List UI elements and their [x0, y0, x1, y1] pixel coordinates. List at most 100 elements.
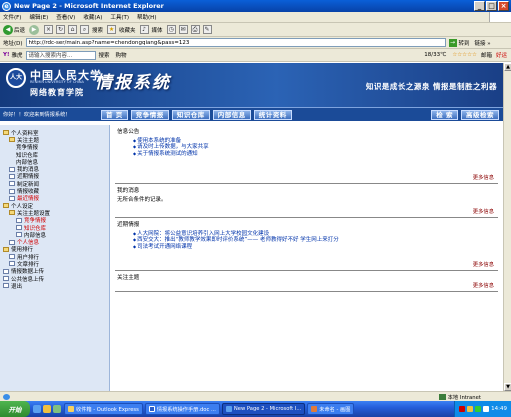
- search-button[interactable]: ⌕ 搜索: [80, 25, 103, 34]
- ie-window: e New Page 2 - Microsoft Internet Explor…: [0, 0, 511, 417]
- more-info-link[interactable]: 更多信息: [473, 260, 494, 268]
- home-icon[interactable]: ⌂: [68, 25, 78, 34]
- go-arrow-icon[interactable]: →: [448, 38, 457, 47]
- edit-icon[interactable]: ✎: [202, 25, 212, 34]
- favorites-button[interactable]: ★ 收藏夹: [107, 25, 136, 34]
- task-paint[interactable]: 未命名 - 画图: [307, 403, 355, 415]
- university-name-en: RENMIN UNIVERSITY OF CHINA: [30, 80, 84, 84]
- outlook-quicklaunch-icon[interactable]: [43, 405, 51, 413]
- page-icon: [9, 188, 15, 194]
- menu-view[interactable]: 查看(V): [56, 13, 75, 21]
- title-bar: e New Page 2 - Microsoft Internet Explor…: [0, 0, 511, 12]
- main-nav: 你好！！欢迎来到情报系统！ 首 页 竞争情报 知识仓库 内部信息 统计资料 检 …: [0, 107, 503, 121]
- yahoo-logo-icon: Y!: [3, 52, 10, 58]
- search-input[interactable]: 请输入搜索内容...: [25, 50, 96, 60]
- more-info-link[interactable]: 更多信息: [473, 281, 494, 289]
- ie-quicklaunch-icon[interactable]: [33, 405, 41, 413]
- tray-app-icon[interactable]: [459, 406, 466, 412]
- page-done-icon: [3, 393, 10, 400]
- nav-search[interactable]: 检 索: [431, 109, 458, 120]
- sidebar-tree: 个人资料室 关注主题 竞争情报 知识仓库 内部信息 我的消息 近期情报 制定新闻 情报收藏 最近情…: [0, 125, 110, 391]
- window-title: New Page 2 - Microsoft Internet Explorer: [14, 2, 164, 10]
- nav-competitive-intel[interactable]: 竞争情报: [130, 109, 169, 120]
- page-icon: [9, 166, 15, 172]
- print-icon[interactable]: ⎙: [190, 25, 200, 34]
- ie-icon: [225, 406, 232, 412]
- weather-label[interactable]: 18/33℃: [424, 52, 446, 58]
- nav-statistics[interactable]: 统计资料: [253, 109, 292, 120]
- page-icon: [3, 268, 9, 274]
- media-button[interactable]: ♪ 媒体: [139, 25, 163, 34]
- tray-network-icon[interactable]: [467, 406, 474, 412]
- vertical-scrollbar[interactable]: ▲ ▼: [503, 63, 511, 391]
- sidebar-item[interactable]: 关注主题设置: [3, 209, 109, 217]
- history-icon[interactable]: ◷: [166, 25, 176, 34]
- refresh-icon[interactable]: ↻: [56, 25, 66, 34]
- back-arrow-icon: ◀: [3, 24, 13, 35]
- task-word-doc[interactable]: 情报系统操作手册.doc ...: [144, 403, 220, 415]
- mail-icon[interactable]: ✉: [178, 25, 188, 34]
- menu-edit[interactable]: 编辑(E): [29, 13, 48, 21]
- start-button[interactable]: 开始: [0, 401, 30, 417]
- section-title: 我的消息: [117, 188, 140, 194]
- page-icon: [9, 254, 15, 260]
- desktop-quicklaunch-icon[interactable]: [53, 405, 61, 413]
- page-icon: [3, 276, 9, 282]
- star-icon: ★: [107, 25, 117, 34]
- status-bar: 本地 Intranet: [0, 391, 511, 401]
- banner-slogan: 知识是成长之源泉 情报是制胜之利器: [365, 82, 497, 91]
- menu-bar: 文件(F) 编辑(E) 查看(V) 收藏(A) 工具(T) 帮助(H): [0, 12, 511, 23]
- search-toolbar: Y! 雅虎 请输入搜索内容... 搜索 购物 18/33℃ ☆☆☆☆☆ 邮箱 好…: [0, 49, 511, 62]
- list-item[interactable]: 关于情报系统测试的通知: [133, 149, 498, 157]
- task-ie-page[interactable]: New Page 2 - Microsoft I...: [221, 403, 306, 415]
- page-icon: [9, 195, 15, 201]
- menu-favorites[interactable]: 收藏(A): [83, 13, 102, 21]
- section-followed-topics: 关注主题 更多信息: [115, 271, 498, 292]
- more-info-link[interactable]: 更多信息: [473, 207, 494, 215]
- maximize-button[interactable]: □: [486, 1, 497, 11]
- more-info-link[interactable]: 更多信息: [473, 173, 494, 181]
- section-title: 关注主题: [117, 275, 140, 281]
- stop-icon[interactable]: ×: [44, 25, 54, 34]
- paint-icon: [311, 406, 318, 412]
- shopping-button[interactable]: 购物: [116, 51, 127, 59]
- address-bar: 地址(D) http://rdc-ser/main.asp?name=chend…: [0, 37, 511, 49]
- back-button[interactable]: ◀ 后退: [3, 24, 25, 35]
- site-banner: 人大 中国人民大学 RENMIN UNIVERSITY OF CHINA 网络教…: [0, 63, 503, 107]
- menu-file[interactable]: 文件(F): [3, 13, 21, 21]
- menu-tools[interactable]: 工具(T): [110, 13, 129, 21]
- clock[interactable]: 14:49: [491, 406, 507, 412]
- task-outlook[interactable]: 收件箱 - Outlook Express: [64, 403, 143, 415]
- lucky-button[interactable]: 好运: [496, 51, 507, 59]
- address-input[interactable]: http://rdc-ser/main.asp?name=chendongqia…: [25, 38, 446, 47]
- menu-help[interactable]: 帮助(H): [137, 13, 156, 21]
- page-icon: [9, 239, 15, 245]
- mail-button[interactable]: 邮箱: [481, 51, 492, 59]
- scroll-down-icon[interactable]: ▼: [504, 383, 511, 391]
- outlook-icon: [68, 406, 74, 412]
- sidebar-item[interactable]: 竞争情报: [3, 217, 109, 224]
- sidebar-item[interactable]: 知识仓库: [3, 224, 109, 232]
- close-button[interactable]: ×: [498, 1, 509, 11]
- page-icon: [9, 181, 15, 187]
- nav-advanced-search[interactable]: 高级检索: [461, 109, 499, 120]
- university-seal-icon: 人大: [6, 68, 26, 88]
- links-button[interactable]: 链接 »: [475, 39, 491, 47]
- section-my-messages: 我的消息 无所合条件的记录。 更多信息: [115, 184, 498, 218]
- page-icon: [9, 173, 15, 179]
- section-title: 近期情报: [117, 222, 140, 228]
- sidebar-item[interactable]: 退出: [3, 282, 109, 290]
- forward-button[interactable]: ▶: [29, 24, 40, 35]
- tray-volume-icon[interactable]: [475, 406, 482, 412]
- nav-internal-info[interactable]: 内部信息: [212, 109, 251, 120]
- go-button[interactable]: 转到: [459, 39, 470, 47]
- scroll-up-icon[interactable]: ▲: [504, 63, 511, 71]
- toolbar-search-button[interactable]: 搜索: [99, 51, 110, 59]
- brand-label: 雅虎: [11, 53, 23, 59]
- system-tray: 14:49: [454, 401, 511, 417]
- minimize-button[interactable]: _: [474, 1, 485, 11]
- nav-knowledge-base[interactable]: 知识仓库: [171, 109, 210, 120]
- search-icon: ⌕: [80, 25, 90, 34]
- nav-home[interactable]: 首 页: [101, 109, 128, 120]
- tray-lang-icon[interactable]: [483, 406, 490, 412]
